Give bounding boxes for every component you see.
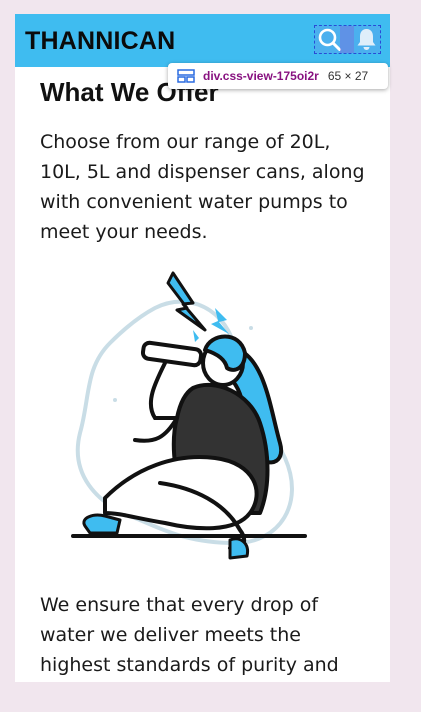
app-header: THANNICAN <box>15 14 390 67</box>
tooltip-size: 65 × 27 <box>327 69 369 83</box>
quality-description: We ensure that every drop of water we de… <box>40 594 339 676</box>
icon-spacer <box>340 26 354 53</box>
person-drinking-water-illustration <box>65 268 325 568</box>
tooltip-selector: div.css-view-175oi2r <box>203 69 319 83</box>
flex-layout-icon <box>177 69 195 83</box>
devtools-element-tooltip: div.css-view-175oi2r 65 × 27 <box>168 63 388 89</box>
bell-icon[interactable] <box>353 26 380 53</box>
search-icon[interactable] <box>316 26 343 53</box>
brand-logo-text[interactable]: THANNICAN <box>25 27 175 56</box>
header-actions <box>314 25 381 54</box>
offer-description: Choose from our range of 20L, 10L, 5L an… <box>40 131 365 243</box>
